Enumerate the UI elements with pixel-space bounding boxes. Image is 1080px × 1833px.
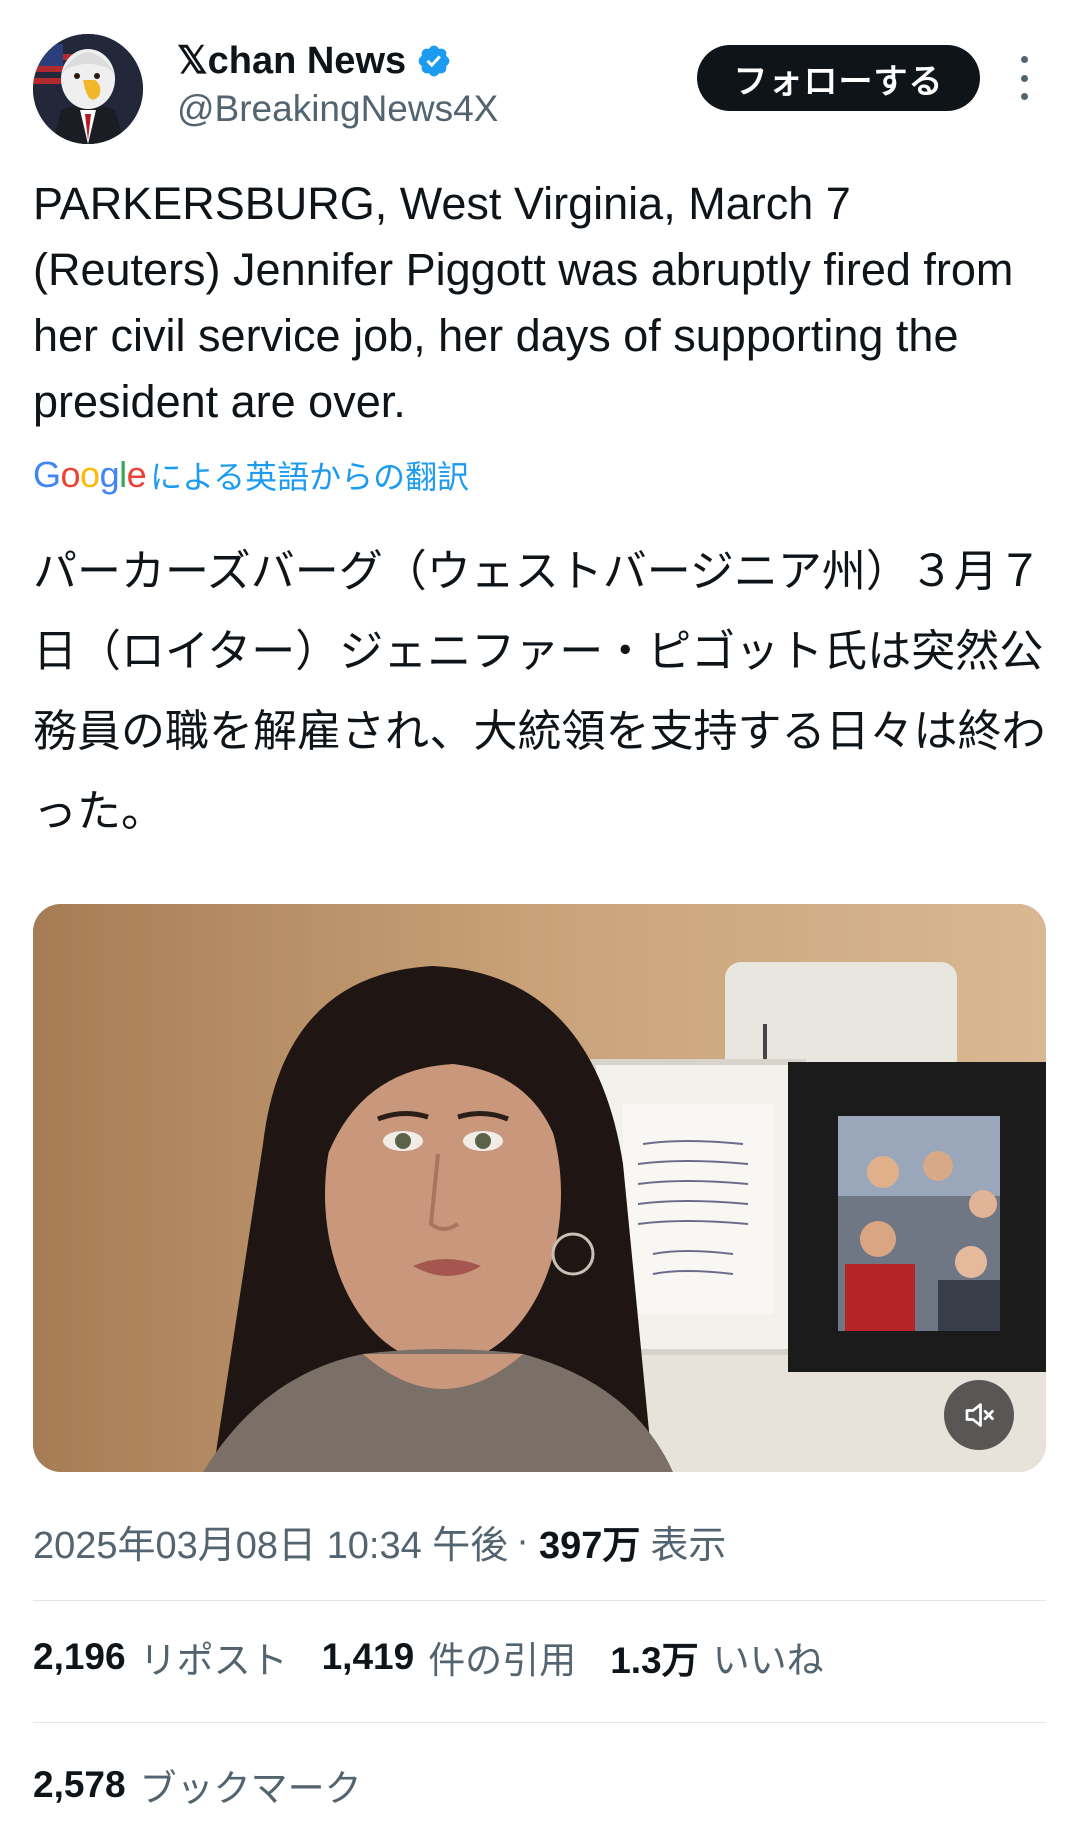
meta-separator: ·: [516, 1520, 529, 1562]
engagement-stats: 2,196 リポスト 1,419 件の引用 1.3万 いいね: [33, 1630, 858, 1684]
more-dot: [1020, 56, 1028, 63]
view-label: 表示: [650, 1525, 727, 1567]
likes-label: いいね: [712, 1639, 824, 1682]
likes-count: 1.3万: [610, 1640, 699, 1681]
more-dot: [1020, 93, 1028, 100]
account-handle[interactable]: @BreakingNews4X: [177, 88, 498, 130]
translated-text: パーカーズバーグ（ウェストバージニア州）３月７日（ロイター）ジェニファー・ピゴッ…: [33, 546, 1046, 837]
divider: [33, 1600, 1046, 1601]
follow-button[interactable]: フォローする: [697, 45, 980, 111]
view-count: 397万: [538, 1525, 641, 1567]
tweet-meta: 2025年03月08日 10:34 午後 · 397万 表示: [33, 1514, 726, 1569]
tweet-text: PARKERSBURG, West Virginia, March 7 (Reu…: [33, 178, 1014, 427]
timestamp[interactable]: 2025年03月08日 10:34 午後: [33, 1514, 508, 1569]
bookmarks-label: ブックマーク: [139, 1767, 362, 1810]
video-frame: [33, 904, 1046, 1472]
more-options-icon[interactable]: [1014, 56, 1034, 100]
google-logo: Google: [33, 454, 147, 495]
account-name[interactable]: 𝕏chan News: [177, 38, 406, 83]
bookmarks-stat[interactable]: 2,578 ブックマーク: [33, 1758, 362, 1812]
likes-stat[interactable]: 1.3万 いいね: [610, 1630, 823, 1684]
translation-attribution[interactable]: Google による英語からの翻訳: [33, 452, 469, 498]
tweet-video[interactable]: [33, 904, 1046, 1472]
tweet-header: 𝕏chan News @BreakingNews4X フォローする: [0, 0, 1080, 160]
verified-badge-icon: [418, 45, 450, 76]
quotes-count: 1,419: [321, 1636, 415, 1677]
account-name-row[interactable]: 𝕏chan News: [177, 38, 452, 83]
more-dot: [1020, 74, 1028, 82]
mute-icon: [965, 1403, 994, 1427]
divider: [33, 1722, 1046, 1723]
avatar[interactable]: [33, 34, 143, 144]
quotes-label: 件の引用: [428, 1639, 577, 1682]
reposts-stat[interactable]: 2,196 リポスト: [33, 1630, 288, 1684]
quotes-stat[interactable]: 1,419 件の引用: [322, 1630, 577, 1684]
reposts-count: 2,196: [33, 1636, 126, 1677]
eagle-avatar-icon: [33, 34, 143, 144]
bookmarks-count: 2,578: [33, 1764, 126, 1805]
mute-button[interactable]: [944, 1380, 1014, 1450]
reposts-label: リポスト: [139, 1639, 288, 1682]
translation-label[interactable]: による英語からの翻訳: [150, 452, 469, 498]
